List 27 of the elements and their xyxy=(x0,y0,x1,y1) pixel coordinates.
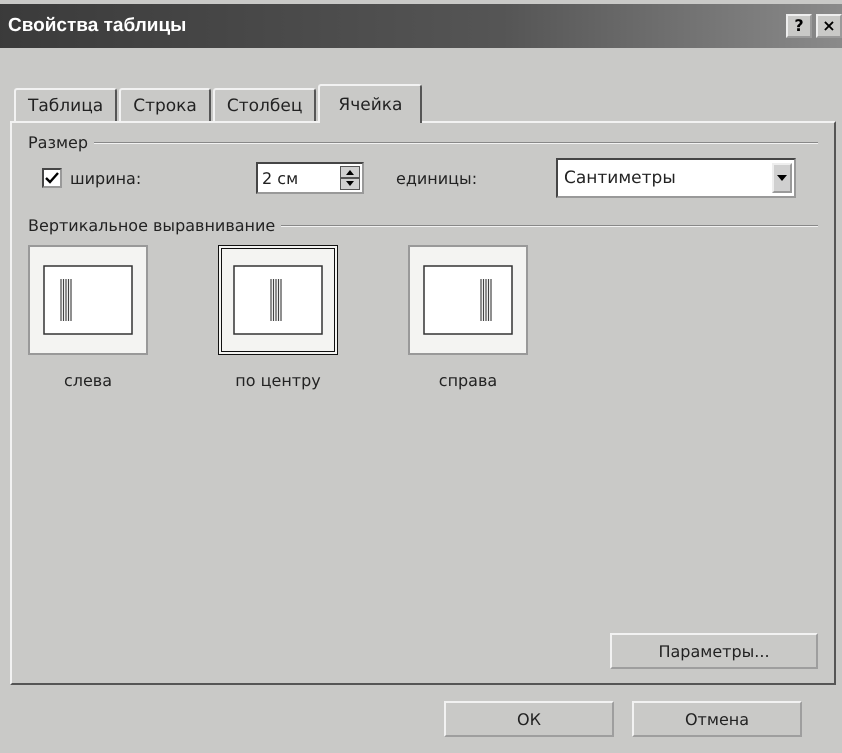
options-button[interactable]: Параметры... xyxy=(610,633,818,669)
alignment-option[interactable] xyxy=(28,245,148,355)
cell-alignment-icon xyxy=(423,265,513,335)
option-label: по центру xyxy=(235,371,321,390)
cell-alignment-icon xyxy=(43,265,133,335)
option-label: слева xyxy=(64,371,112,390)
help-button[interactable]: ? xyxy=(786,14,812,38)
checkbox[interactable] xyxy=(42,168,62,188)
ok-button[interactable]: ОК xyxy=(444,701,614,737)
group-title: Размер xyxy=(28,133,88,152)
alignment-option[interactable] xyxy=(218,245,338,355)
units-label: единицы: xyxy=(396,168,478,188)
close-button[interactable]: × xyxy=(816,14,842,38)
units-dropdown[interactable]: Сантиметры xyxy=(556,158,796,198)
tab[interactable]: Таблица xyxy=(14,88,118,121)
spin-field[interactable]: 2 см xyxy=(256,162,364,194)
cell-alignment-icon xyxy=(233,265,323,335)
tab[interactable]: Ячейка xyxy=(318,84,422,123)
cancel-button[interactable]: Отмена xyxy=(632,701,802,737)
checkbox-label: ширина: xyxy=(70,168,142,188)
group-title: Вертикальное выравнивание xyxy=(28,216,276,235)
window-title: Свойства таблицы xyxy=(8,15,186,37)
alignment-option[interactable] xyxy=(408,245,528,355)
tab[interactable]: Строка xyxy=(119,88,211,121)
option-label: справа xyxy=(438,371,498,390)
spin-arrows-icon[interactable] xyxy=(340,166,360,190)
tab[interactable]: Столбец xyxy=(212,88,316,121)
